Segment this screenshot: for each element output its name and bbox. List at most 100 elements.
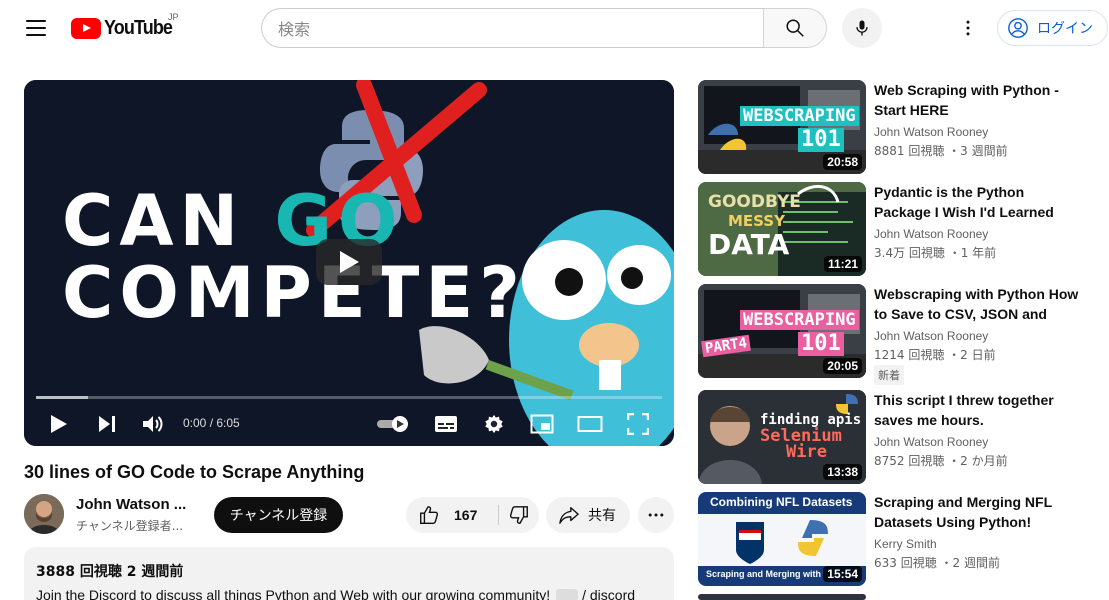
recommended-video[interactable]: GOODBYE MESSY DATA 11:21 Pydantic is the… [698, 182, 1098, 276]
subscribe-button[interactable]: チャンネル登録 [214, 497, 343, 533]
thumbnail-label-data: DATA [708, 228, 790, 261]
recommended-channel: John Watson Rooney [874, 125, 989, 139]
video-thumbnail: WEBSCRAPING 101 PART4 20:05 [698, 284, 866, 378]
recommended-video[interactable]: WEBSCRAPING 101 PART4 20:05 Webscraping … [698, 284, 1098, 385]
recommended-channel: Kerry Smith [874, 537, 937, 551]
discord-link[interactable]: / discord [556, 587, 635, 600]
volume-button[interactable] [140, 402, 166, 446]
subtitles-button[interactable] [432, 402, 460, 446]
play-button[interactable] [46, 402, 72, 446]
share-button[interactable]: 共有 [546, 497, 630, 533]
recommended-title: This script I threw together saves me ho… [874, 392, 1054, 428]
miniplayer-icon [530, 414, 554, 434]
login-button[interactable]: ログイン [997, 10, 1108, 46]
recommended-title: Pydantic is the Python Package I Wish I'… [874, 184, 1054, 220]
thumbnail-label-101: 101 [798, 128, 844, 152]
volume-icon [143, 416, 163, 432]
horizontal-dots-icon [648, 513, 664, 517]
thumbnail-label-scraping: Scraping and Merging with [706, 569, 822, 579]
video-thumbnail: finding apis Selenium Wire 13:38 [698, 390, 866, 484]
recommended-meta: 3.4万 回視聴 ・1 年前 [874, 246, 997, 260]
thumbnail-label-wire: Wire [786, 442, 827, 462]
thumbnail-label-combining: Combining NFL Datasets [710, 495, 853, 509]
settings-more-button[interactable] [952, 12, 984, 44]
settings-button[interactable] [480, 402, 508, 446]
large-play-button[interactable] [316, 239, 382, 285]
skip-next-icon [99, 416, 115, 432]
gear-icon [485, 414, 503, 434]
autoplay-toggle[interactable] [376, 402, 412, 446]
video-player[interactable]: CAN GO COMPETE? 0:00 / 6:05 [24, 80, 674, 446]
like-count: 167 [454, 507, 478, 523]
top-header: YouTube JP 検索 ログイン [0, 0, 1109, 56]
channel-name[interactable]: John Watson ... [76, 496, 186, 513]
discord-link-label: / discord [582, 587, 636, 600]
search-icon [786, 19, 804, 37]
recommended-channel: John Watson Rooney [874, 329, 989, 343]
thumbnail-word-can: CAN [62, 180, 275, 262]
thumbnail-label: WEBSCRAPING [740, 106, 859, 126]
recommended-meta: 8881 回視聴 ・3 週間前 [874, 144, 1008, 158]
description-text: Join the Discord to discuss all things P… [36, 587, 662, 600]
play-icon [51, 415, 67, 433]
video-title: 30 lines of GO Code to Scrape Anything [24, 462, 365, 482]
share-icon [559, 507, 579, 524]
miniplayer-button[interactable] [528, 402, 556, 446]
recommended-title: Web Scraping with Python - Start HERE [874, 82, 1059, 118]
recommended-title: Scraping and Merging NFL Datasets Using … [874, 494, 1052, 530]
thumbs-up-icon [420, 506, 439, 524]
fullscreen-button[interactable] [624, 402, 652, 446]
account-icon [1008, 18, 1028, 38]
recommended-meta: 8752 回視聴 ・2 か月前 [874, 454, 1008, 468]
video-duration: 11:21 [823, 256, 862, 272]
recommended-video[interactable]: Combining NFL Datasets Scraping and Merg… [698, 492, 1098, 586]
thumbnail-label-goodbye: GOODBYE [708, 192, 801, 212]
next-button[interactable] [94, 402, 120, 446]
voice-search-button[interactable] [842, 8, 882, 48]
description-box[interactable]: 3888 回視聴 2 週間前 Join the Discord to discu… [24, 547, 674, 600]
search-input[interactable]: 検索 [261, 8, 764, 48]
video-thumbnail: Combining NFL Datasets Scraping and Merg… [698, 492, 866, 586]
recommended-title: Webscraping with Python How to Save to C… [874, 286, 1079, 322]
thumbnail-label-101: 101 [798, 332, 844, 356]
like-button[interactable]: 167 [406, 497, 498, 533]
recommended-video[interactable]: WEBSCRAPING 101 20:58 Web Scraping with … [698, 80, 1098, 174]
microphone-icon [856, 20, 868, 36]
recommended-meta: 633 回視聴 ・2 週間前 [874, 556, 1000, 570]
video-thumbnail: WEBSCRAPING 101 20:58 [698, 80, 866, 174]
channel-subscriber-count: チャンネル登録者... [76, 519, 184, 533]
time-display: 0:00 / 6:05 [183, 416, 240, 430]
recommended-video-partial[interactable] [698, 594, 1098, 600]
recommended-meta: 1214 回視聴 ・2 日前 [874, 348, 996, 362]
theater-mode-button[interactable] [576, 402, 604, 446]
subtitles-icon [435, 416, 457, 432]
player-controls: 0:00 / 6:05 [24, 402, 674, 446]
thumbs-down-icon [509, 506, 528, 524]
avatar-image [24, 494, 64, 534]
thumbnail-title-line-2: COMPETE? [62, 252, 526, 334]
more-actions-button[interactable] [638, 497, 674, 533]
login-label: ログイン [1037, 21, 1093, 37]
share-label: 共有 [588, 508, 616, 524]
autoplay-toggle-icon [377, 416, 408, 432]
progress-buffered [36, 396, 88, 399]
video-thumbnail: GOODBYE MESSY DATA 11:21 [698, 182, 866, 276]
channel-avatar[interactable] [24, 494, 64, 534]
video-thumbnail [698, 594, 866, 600]
video-duration: 15:54 [823, 566, 862, 582]
theater-mode-icon [577, 416, 603, 432]
youtube-play-icon [71, 18, 101, 39]
recommended-channel: John Watson Rooney [874, 435, 989, 449]
search-button[interactable] [763, 8, 827, 48]
youtube-logo[interactable]: YouTube [71, 17, 180, 40]
progress-bar[interactable] [36, 396, 662, 399]
play-icon [340, 251, 359, 273]
dislike-button[interactable] [499, 497, 539, 533]
menu-icon[interactable] [18, 14, 54, 42]
video-duration: 20:58 [823, 154, 862, 170]
logo-text: YouTube [104, 17, 173, 39]
fullscreen-icon [627, 413, 649, 435]
region-code: JP [168, 12, 179, 22]
recommended-video[interactable]: finding apis Selenium Wire 13:38 This sc… [698, 390, 1098, 484]
video-duration: 20:05 [823, 358, 862, 374]
